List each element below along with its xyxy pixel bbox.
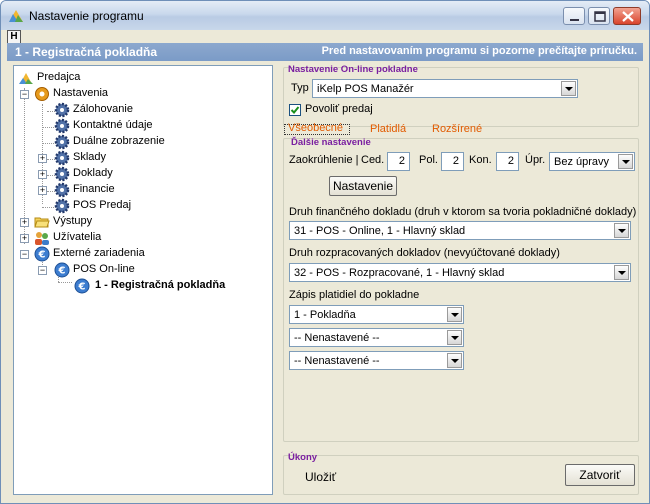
draft-doc-label: Druh rozpracovaných dokladov (nevyúčtova… bbox=[289, 247, 560, 259]
gear-icon bbox=[54, 182, 70, 198]
minimize-button[interactable] bbox=[563, 7, 585, 25]
svg-text:€: € bbox=[38, 250, 46, 261]
gear-icon bbox=[54, 198, 70, 214]
checkmark-icon bbox=[290, 106, 300, 114]
chevron-down-icon bbox=[614, 265, 629, 280]
allow-sale-label: Povoliť predaj bbox=[305, 103, 373, 115]
gear-icon bbox=[54, 102, 70, 118]
actions-section-title: Úkony bbox=[288, 452, 318, 463]
payment-value-2: -- Nenastavené -- bbox=[294, 332, 380, 344]
folder-icon bbox=[34, 217, 50, 228]
page-title: 1 - Registračná pokladňa bbox=[15, 45, 158, 59]
collapse-toggle[interactable]: − bbox=[20, 90, 29, 99]
upr-label: Úpr. bbox=[525, 154, 546, 166]
chevron-down-icon bbox=[561, 81, 576, 96]
maximize-icon bbox=[594, 11, 606, 22]
expand-toggle[interactable]: + bbox=[20, 234, 29, 243]
chevron-down-icon bbox=[614, 223, 629, 238]
window-title: Nastavenie programu bbox=[29, 9, 144, 23]
draft-doc-value: 32 - POS - Rozpracované, 1 - Hlavný skla… bbox=[294, 267, 505, 279]
banner-hint: Pred nastavovaním programu si pozorne pr… bbox=[321, 45, 637, 57]
svg-text:€: € bbox=[78, 282, 86, 293]
chevron-down-icon bbox=[447, 353, 462, 368]
users-icon bbox=[35, 232, 49, 245]
collapse-toggle[interactable]: − bbox=[38, 266, 47, 275]
more-section-title: Ďalšie nastavenie bbox=[291, 137, 371, 148]
pol-label: Pol. bbox=[419, 154, 438, 166]
upr-select-value: Bez úpravy bbox=[554, 156, 610, 168]
ced-label: Ced. bbox=[361, 154, 385, 166]
allow-sale-checkbox[interactable] bbox=[289, 104, 301, 116]
expand-toggle[interactable]: + bbox=[38, 186, 47, 195]
close-button[interactable]: Zatvoriť bbox=[565, 464, 635, 486]
collapse-toggle[interactable]: − bbox=[20, 250, 29, 259]
gear-icon bbox=[54, 118, 70, 134]
gear-icon bbox=[54, 134, 70, 150]
chevron-down-icon bbox=[447, 307, 462, 322]
online-section-title: Nastavenie On-line pokladne bbox=[288, 64, 418, 75]
payment-select-2[interactable]: -- Nenastavené -- bbox=[289, 328, 464, 347]
rounding-label: Zaokrúhlenie | bbox=[289, 154, 359, 166]
type-select-value: iKelp POS Manažér bbox=[317, 83, 414, 95]
payment-select-3[interactable]: -- Nenastavené -- bbox=[289, 351, 464, 370]
gear-icon bbox=[54, 150, 70, 166]
gear-icon bbox=[54, 166, 70, 182]
payment-value-3: -- Nenastavené -- bbox=[294, 355, 380, 367]
payment-select-1[interactable]: 1 - Pokladňa bbox=[289, 305, 464, 324]
expand-toggle[interactable]: + bbox=[20, 218, 29, 227]
svg-text:€: € bbox=[58, 266, 66, 277]
type-label: Typ bbox=[291, 82, 309, 94]
pol-input[interactable]: 2 bbox=[441, 152, 464, 171]
expand-toggle[interactable]: + bbox=[38, 154, 47, 163]
payments-label: Zápis platidiel do pokladne bbox=[289, 289, 420, 301]
financial-doc-value: 31 - POS - Online, 1 - Hlavný sklad bbox=[294, 225, 466, 237]
tab-vseobecne[interactable]: Všeobecné bbox=[288, 122, 343, 134]
financial-doc-label: Druh finančného dokladu (druh v ktorom s… bbox=[289, 206, 637, 218]
settings-tree: Predajca − Nastavenia Zálohovanie Kontak… bbox=[13, 65, 273, 495]
close-icon bbox=[622, 11, 634, 22]
settings-window: Nastavenie programu H 1 - Registračná po… bbox=[0, 0, 650, 504]
settings-button[interactable]: Nastavenie bbox=[329, 176, 397, 196]
tab-rozsirene[interactable]: Rozšírené bbox=[432, 123, 482, 135]
help-button[interactable]: H bbox=[7, 30, 21, 44]
kon-input[interactable]: 2 bbox=[496, 152, 519, 171]
help-bar: H bbox=[1, 30, 649, 44]
tab-platidla[interactable]: Platidlá bbox=[370, 123, 406, 135]
type-select[interactable]: iKelp POS Manažér bbox=[312, 79, 578, 98]
page-banner: 1 - Registračná pokladňa Pred nastavovan… bbox=[7, 43, 643, 61]
save-button[interactable]: Uložiť bbox=[305, 470, 336, 484]
maximize-button[interactable] bbox=[588, 7, 610, 25]
close-window-button[interactable] bbox=[613, 7, 641, 25]
chevron-down-icon bbox=[447, 330, 462, 345]
minimize-icon bbox=[570, 19, 579, 21]
app-icon bbox=[9, 10, 23, 22]
payment-value-1: 1 - Pokladňa bbox=[294, 309, 356, 321]
financial-doc-select[interactable]: 31 - POS - Online, 1 - Hlavný sklad bbox=[289, 221, 631, 240]
draft-doc-select[interactable]: 32 - POS - Rozpracované, 1 - Hlavný skla… bbox=[289, 263, 631, 282]
chevron-down-icon bbox=[618, 154, 633, 169]
title-bar: Nastavenie programu bbox=[1, 1, 649, 30]
kon-label: Kon. bbox=[469, 154, 492, 166]
euro-icon: € bbox=[54, 262, 70, 278]
ced-input[interactable]: 2 bbox=[387, 152, 410, 171]
euro-icon: € bbox=[34, 246, 50, 262]
store-icon bbox=[19, 73, 33, 84]
expand-toggle[interactable]: + bbox=[38, 170, 47, 179]
settings-gear-icon bbox=[35, 87, 49, 101]
upr-select[interactable]: Bez úpravy bbox=[549, 152, 635, 171]
euro-icon: € bbox=[74, 278, 90, 294]
